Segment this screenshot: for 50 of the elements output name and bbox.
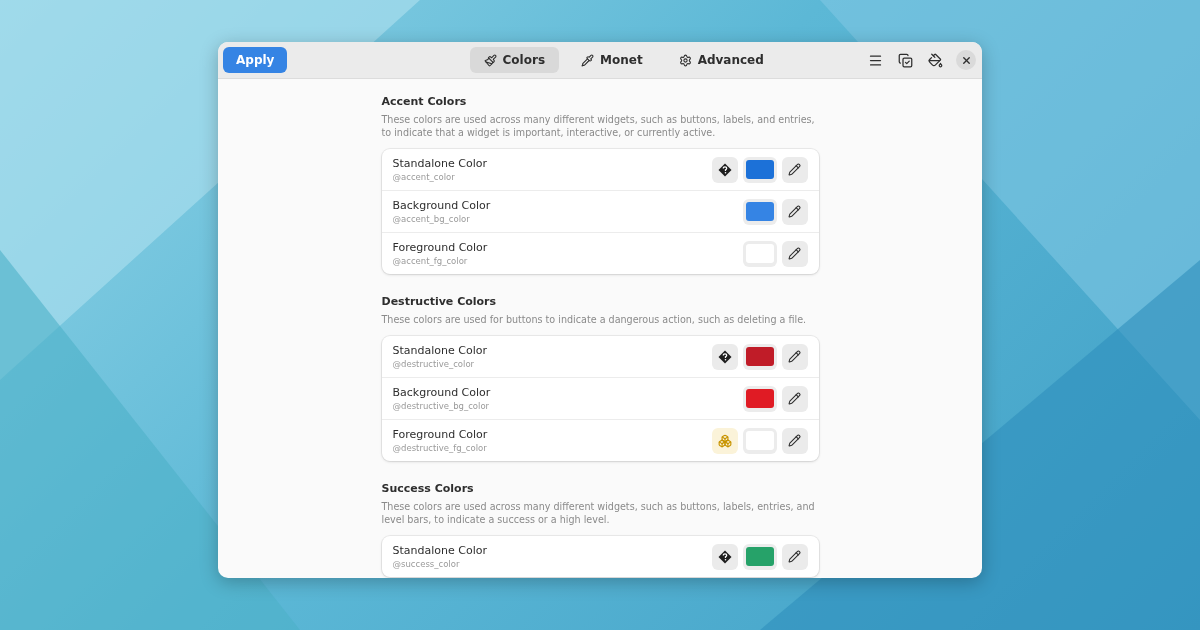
pencil-icon xyxy=(788,350,801,363)
color-name: Standalone Color xyxy=(392,344,488,357)
pencil-icon xyxy=(788,247,801,260)
variable-name: @destructive_bg_color xyxy=(392,401,491,411)
view-tab[interactable]: Monet xyxy=(567,47,657,73)
edit-button[interactable] xyxy=(781,385,808,412)
paint-bucket-icon xyxy=(927,52,943,68)
pencil-icon xyxy=(788,392,801,405)
boxes-icon xyxy=(717,433,732,448)
color-name: Background Color xyxy=(392,386,492,399)
view-tab[interactable]: Colors xyxy=(469,47,560,73)
variable-name: @accent_fg_color xyxy=(392,256,469,266)
edit-button[interactable] xyxy=(781,198,808,225)
section-title: Accent Colors xyxy=(381,95,468,108)
variable-name: @success_color xyxy=(392,559,461,569)
question-diamond-icon xyxy=(717,549,732,564)
section-title: Success Colors xyxy=(381,482,475,495)
color-name: Background Color xyxy=(392,199,492,212)
section-description: These colors are used for buttons to indicate a dangerous action, such as deleting a file. xyxy=(381,313,808,326)
color-name: Standalone Color xyxy=(392,544,488,557)
close-icon xyxy=(960,54,972,66)
color-name: Standalone Color xyxy=(392,157,488,170)
edit-button[interactable] xyxy=(781,240,808,267)
edit-button[interactable] xyxy=(781,543,808,570)
variable-name: @accent_bg_color xyxy=(392,214,471,224)
edit-button[interactable] xyxy=(781,156,808,183)
menu-icon xyxy=(867,52,883,68)
section-title: Destructive Colors xyxy=(381,295,498,308)
pencil-icon xyxy=(788,205,801,218)
question-diamond-icon xyxy=(717,349,732,364)
section-description: These colors are used across many different widgets, such as buttons, labels, entries, and level bars, to indicate a success or a high level. xyxy=(381,500,816,526)
variable-name: @destructive_fg_color xyxy=(392,443,488,453)
pencil-icon xyxy=(788,163,801,176)
pencil-icon xyxy=(788,550,801,563)
apply-button[interactable]: Apply xyxy=(223,47,288,73)
edit-button[interactable] xyxy=(781,427,808,454)
color-name: Foreground Color xyxy=(392,428,489,441)
pipette-icon xyxy=(581,53,595,67)
edit-button[interactable] xyxy=(781,343,808,370)
section-description: These colors are used across many different widgets, such as buttons, labels, and entries, to indicate that a widget is important, interactive, or currently active. xyxy=(381,113,816,139)
question-diamond-icon xyxy=(717,162,732,177)
pencil-icon xyxy=(788,434,801,447)
variable-name: @accent_color xyxy=(392,172,456,182)
close-button[interactable] xyxy=(956,50,976,70)
gear-icon xyxy=(678,53,692,67)
copy-check-icon xyxy=(897,52,913,68)
color-name: Foreground Color xyxy=(392,241,489,254)
brush-icon xyxy=(483,53,497,67)
variable-name: @destructive_color xyxy=(392,359,476,369)
view-tab[interactable]: Advanced xyxy=(664,47,778,73)
